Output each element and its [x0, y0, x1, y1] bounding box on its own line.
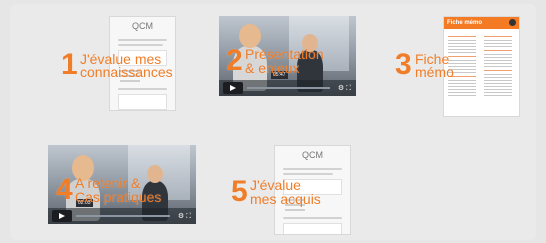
- step-text-line2: connaissances: [80, 64, 173, 80]
- step-5-label[interactable]: 5 J'évalue mes acquis: [231, 177, 351, 211]
- step-number: 3: [395, 48, 412, 81]
- step-number: 1: [61, 48, 78, 81]
- step-2-label[interactable]: 2 Présentation & enjeux: [226, 46, 346, 80]
- play-button[interactable]: [223, 82, 243, 94]
- step-number: 4: [56, 173, 73, 206]
- step-4-label[interactable]: 4 A retenir & Cas pratiques: [56, 175, 196, 209]
- step-number: 2: [226, 44, 243, 77]
- settings-fullscreen-icons[interactable]: ⚙⛶: [178, 212, 193, 221]
- video-progress-bar[interactable]: [247, 87, 330, 89]
- step-text-line1: Présentation: [245, 46, 324, 62]
- qcm-title: QCM: [302, 150, 323, 160]
- step-1-label[interactable]: 1 J'évalue mes connaissances: [61, 50, 201, 84]
- settings-fullscreen-icons[interactable]: ⚙⛶: [338, 84, 353, 93]
- step-number: 5: [231, 175, 248, 208]
- play-button[interactable]: [52, 210, 72, 222]
- step-text-line1: J'évalue: [250, 177, 301, 193]
- video-progress-bar[interactable]: [76, 215, 170, 217]
- qcm-title: QCM: [132, 21, 153, 31]
- step-text-line2: mémo: [415, 64, 454, 80]
- step-text-line2: & enjeux: [245, 60, 300, 76]
- fiche-title: Fiche mémo: [447, 20, 483, 26]
- step-text-line1: A retenir &: [75, 175, 141, 191]
- step-3-label[interactable]: 3 Fiche mémo: [395, 50, 455, 84]
- step-text-line2: mes acquis: [250, 191, 321, 207]
- step-text-line2: Cas pratiques: [75, 189, 162, 205]
